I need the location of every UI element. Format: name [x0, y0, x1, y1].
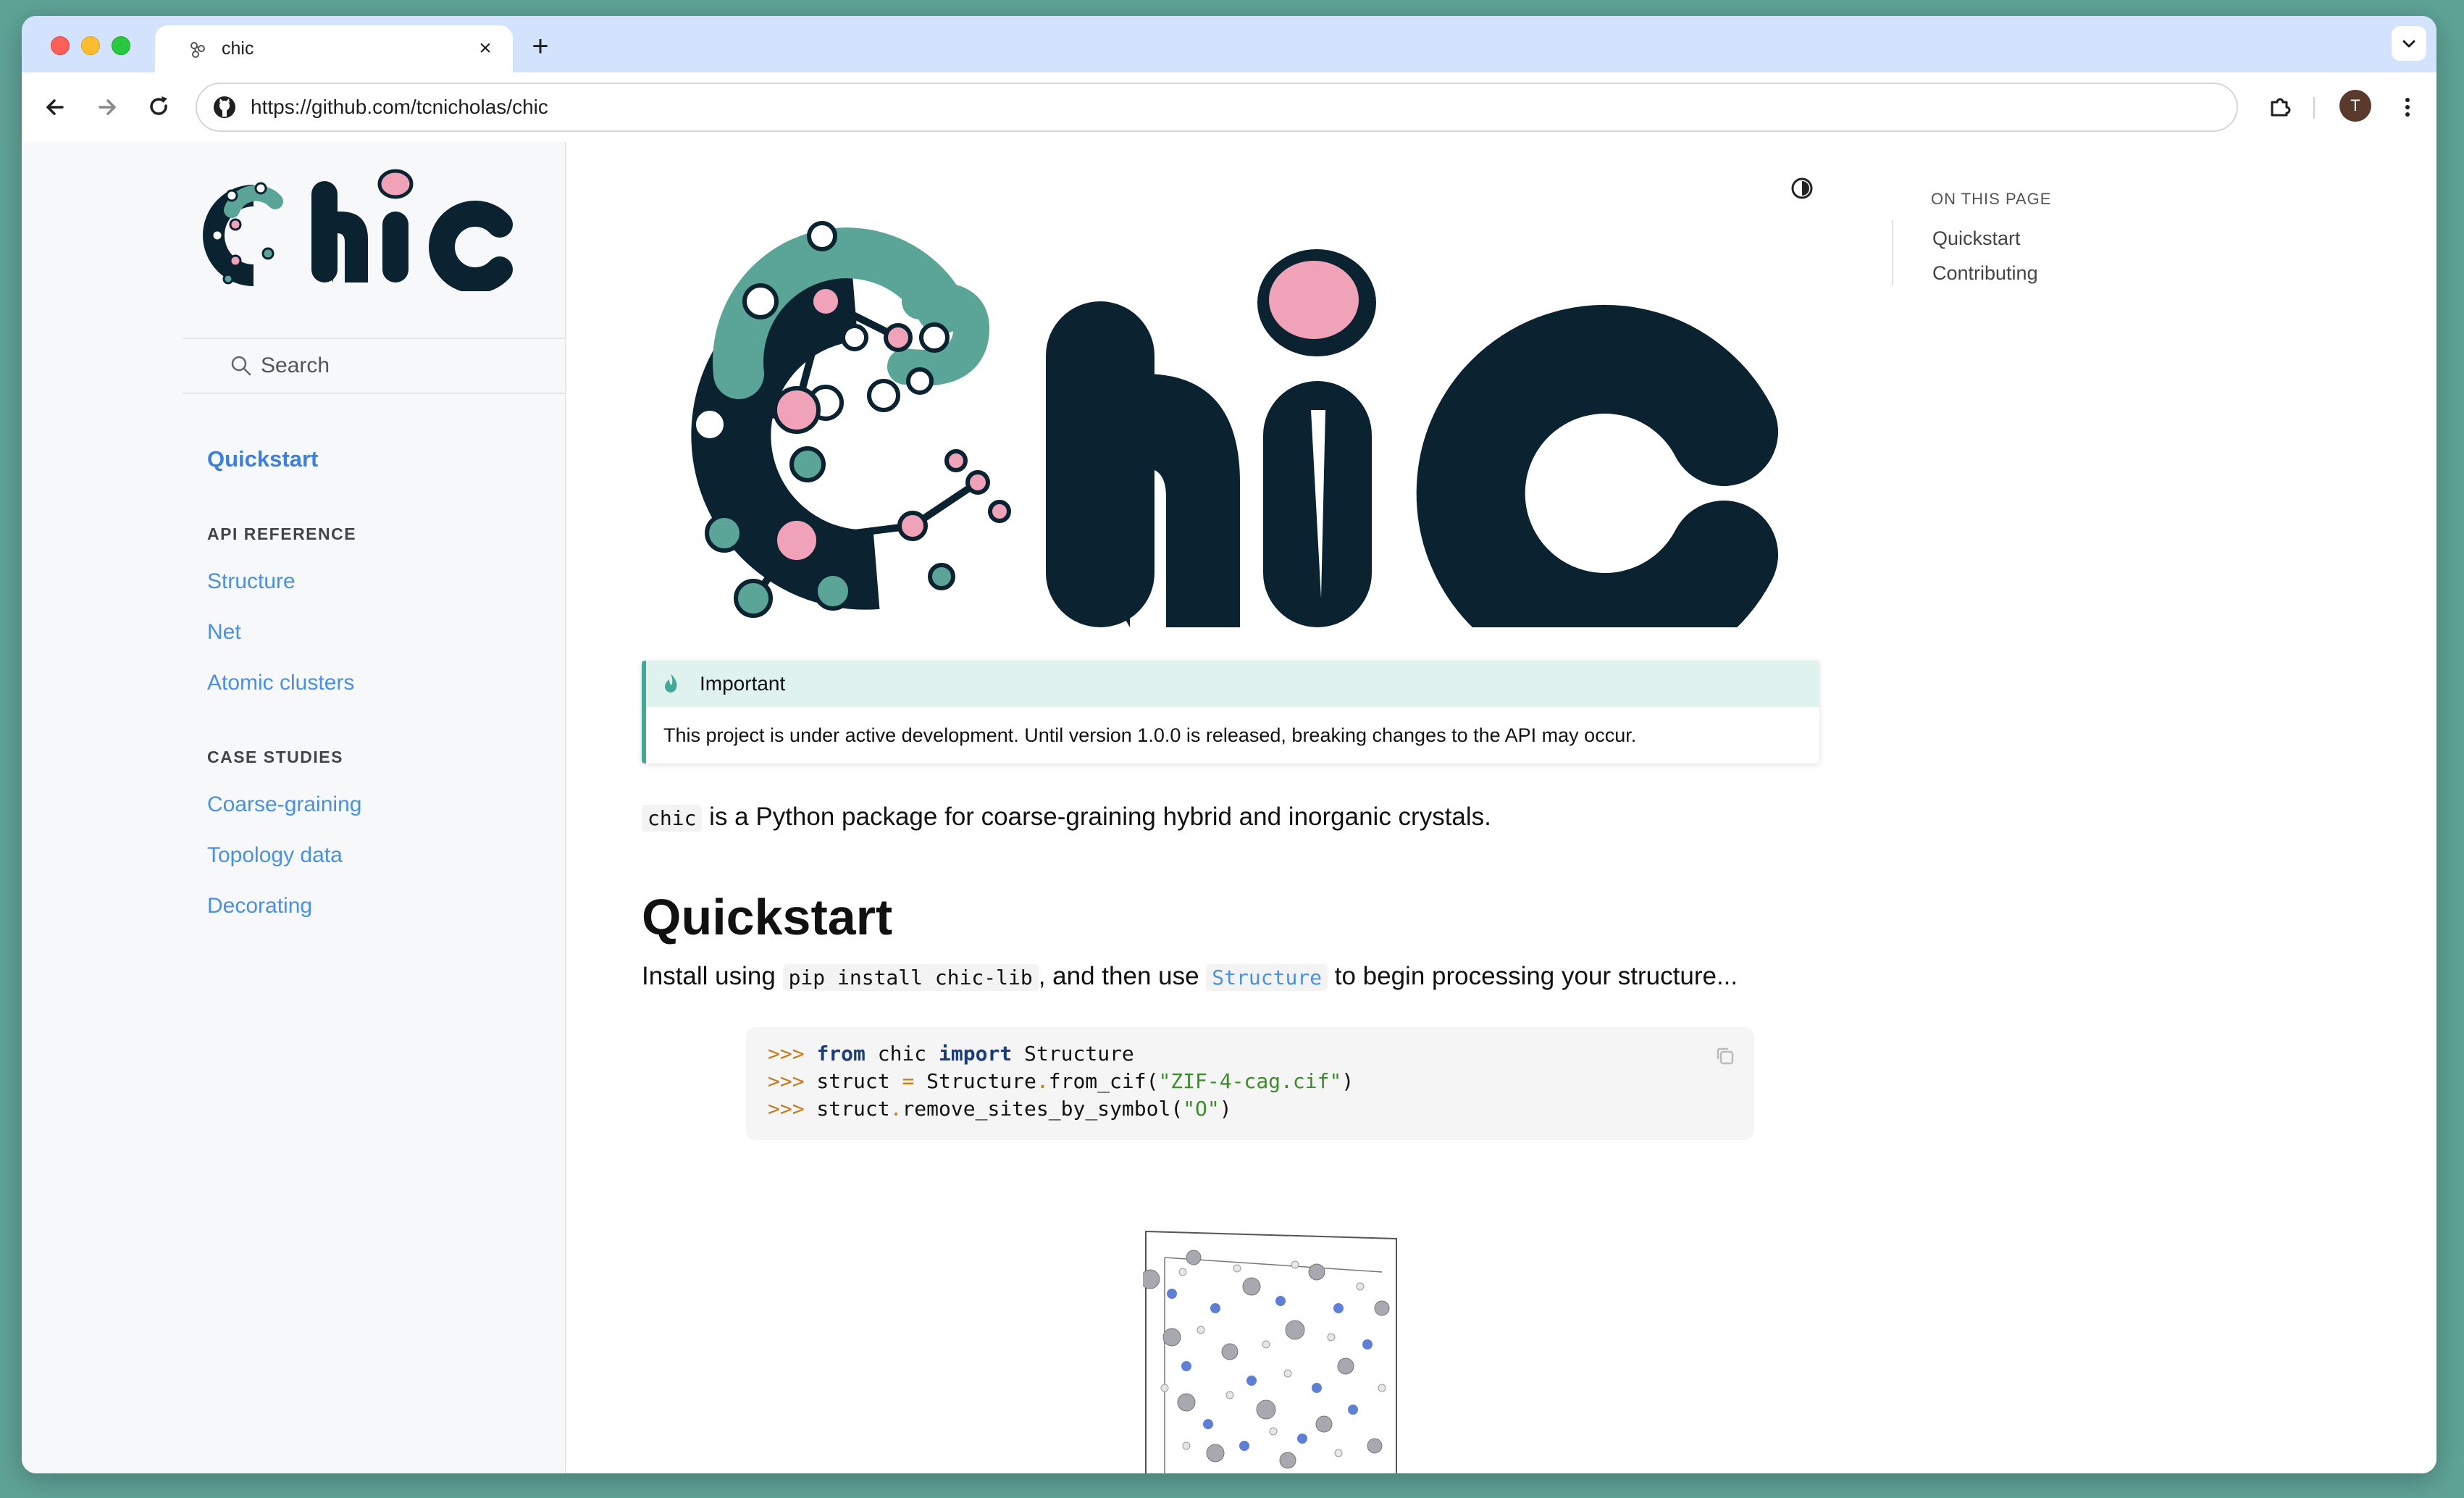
search-label: Search [261, 353, 330, 377]
intro-paragraph: chic is a Python package for coarse-grai… [642, 803, 1491, 832]
admonition-body: This project is under active development… [663, 724, 1637, 746]
sidebar-section-api-reference: API REFERENCE [207, 524, 357, 543]
url-text[interactable]: https://github.com/tcnicholas/chic [251, 96, 548, 119]
flame-icon [665, 674, 677, 692]
inline-code-chic: chic [642, 805, 703, 832]
minimize-window-button[interactable] [81, 36, 100, 55]
sidebar-search[interactable]: Search [183, 338, 565, 394]
chevron-down-icon [2402, 40, 2415, 48]
inline-code-pip-install: pip install chic-lib [782, 964, 1039, 991]
tab-close-icon[interactable]: × [471, 34, 500, 63]
install-paragraph: Install using pip install chic-lib, and … [642, 962, 1738, 991]
maximize-window-button[interactable] [112, 36, 130, 55]
code-block: >>> from chic import Structure >>> struc… [746, 1027, 1754, 1140]
forward-icon[interactable] [90, 90, 125, 125]
toc-item-contributing[interactable]: Contributing [1932, 262, 2038, 285]
chic-hero-logo [691, 221, 1778, 627]
page-content: Search Quickstart API REFERENCE Structur… [22, 142, 2436, 1473]
quickstart-heading: Quickstart [642, 889, 893, 945]
toc-rule [1892, 220, 1893, 285]
sidebar-item-coarse-graining[interactable]: Coarse-graining [207, 792, 361, 817]
install-prefix: Install using [642, 962, 783, 990]
chic-logo[interactable] [203, 167, 536, 291]
browser-window: chic × + https://github.com/tcnicholas/c… [22, 16, 2436, 1473]
sidebar-item-topology-data[interactable]: Topology data [207, 843, 343, 868]
copy-icon[interactable] [1712, 1043, 1738, 1069]
admonition-header: Important [646, 661, 1819, 707]
toc-title: ON THIS PAGE [1931, 190, 2052, 208]
back-icon[interactable] [38, 90, 72, 125]
sidebar-item-structure[interactable]: Structure [207, 569, 296, 594]
chic-favicon-icon [190, 42, 205, 58]
sidebar-item-atomic-clusters[interactable]: Atomic clusters [207, 671, 354, 695]
sidebar-section-case-studies: CASE STUDIES [207, 748, 343, 766]
more-menu-icon[interactable] [2390, 90, 2425, 125]
code-line-3: >>> struct.remove_sites_by_symbol("O") [768, 1097, 1232, 1121]
docs-sidebar: Search Quickstart API REFERENCE Structur… [22, 142, 566, 1473]
intro-text: is a Python package for coarse-graining … [702, 803, 1491, 831]
sidebar-item-quickstart[interactable]: Quickstart [207, 446, 318, 472]
crystal-structure-image [1143, 1230, 1397, 1473]
extensions-icon[interactable] [2263, 90, 2297, 125]
tab-search-button[interactable] [2392, 26, 2426, 61]
toolbar-divider [2313, 97, 2315, 119]
toc-item-quickstart[interactable]: Quickstart [1932, 227, 2021, 250]
tab-title: chic [222, 38, 254, 59]
reload-icon[interactable] [142, 90, 177, 125]
sidebar-item-net[interactable]: Net [207, 620, 241, 645]
new-tab-button[interactable]: + [523, 30, 558, 65]
install-middle: , and then use [1038, 962, 1207, 990]
browser-toolbar: https://github.com/tcnicholas/chic T [22, 72, 2436, 143]
important-admonition: Important This project is under active d… [642, 661, 1819, 763]
install-suffix: to begin processing your structure... [1328, 962, 1738, 990]
theme-toggle-icon[interactable] [1789, 175, 1815, 201]
code-line-1: >>> from chic import Structure [768, 1042, 1134, 1066]
structure-link[interactable]: Structure [1206, 964, 1328, 991]
search-icon [231, 356, 251, 376]
address-bar[interactable]: https://github.com/tcnicholas/chic [196, 83, 2238, 132]
profile-avatar[interactable]: T [2339, 90, 2371, 122]
tab-chic[interactable]: chic × [155, 25, 513, 72]
admonition-title: Important [700, 672, 786, 695]
tab-strip: chic × + [22, 16, 2436, 72]
github-icon [214, 96, 235, 118]
close-window-button[interactable] [51, 36, 70, 55]
sidebar-item-decorating[interactable]: Decorating [207, 894, 312, 919]
code-line-2: >>> struct = Structure.from_cif("ZIF-4-c… [768, 1069, 1354, 1093]
